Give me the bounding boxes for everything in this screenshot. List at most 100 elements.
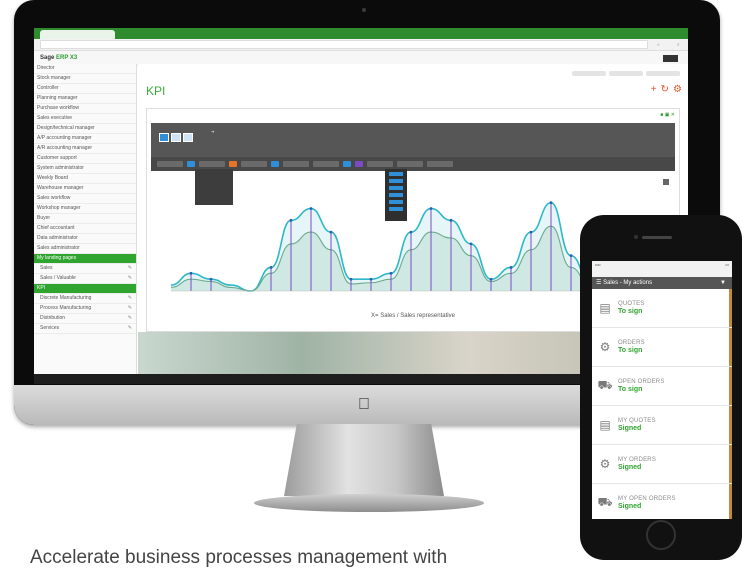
data-point[interactable] (429, 207, 433, 210)
sidebar-item[interactable]: Sales / Valuable ✎ (34, 274, 136, 284)
phone-action-text: MY OPEN ORDERS Signed (618, 496, 732, 510)
data-point[interactable] (189, 271, 193, 275)
data-point[interactable] (269, 266, 273, 269)
chart-type-switch (159, 133, 193, 142)
refresh-icon[interactable]: ↻ (661, 84, 669, 95)
phone-action-row[interactable]: ⚙ MY ORDERS Signed (592, 445, 732, 484)
data-point[interactable] (509, 266, 513, 269)
chart-type-option[interactable] (159, 133, 169, 142)
sidebar-item-label: Data administrator (37, 235, 78, 241)
sidebar-item[interactable]: Director (34, 64, 136, 74)
sidebar-item[interactable]: Sales administrator (34, 244, 136, 254)
sidebar-item[interactable]: A/P accounting manager (34, 134, 136, 144)
menu-icon[interactable]: ☰ (596, 280, 601, 286)
user-badge[interactable] (663, 54, 678, 62)
sidebar-item[interactable]: Design/technical manager (34, 124, 136, 134)
sidebar-item[interactable]: Controller (34, 84, 136, 94)
browser-tab[interactable] (40, 30, 115, 39)
data-point[interactable] (209, 277, 213, 281)
series-control[interactable] (241, 161, 267, 167)
sidebar-item[interactable]: Data administrator (34, 234, 136, 244)
series-control[interactable] (283, 161, 309, 167)
edit-icon[interactable]: ✎ (128, 314, 132, 323)
sidebar-item-label: Sales workflow (37, 195, 71, 201)
sidebar-item-label: Sales (40, 265, 53, 271)
color-swatch[interactable] (343, 161, 351, 167)
sidebar-item[interactable]: Warehouse manager (34, 184, 136, 194)
sidebar-item[interactable]: A/R accounting manager (34, 144, 136, 154)
series-control[interactable] (157, 161, 183, 167)
sidebar-item[interactable]: Sales executive (34, 114, 136, 124)
phone-header[interactable]: ☰ Sales - My actions ▼ (592, 277, 732, 289)
url-input[interactable] (40, 40, 648, 49)
sidebar-item[interactable]: KPI (34, 284, 136, 294)
sidebar-item[interactable]: Sales workflow (34, 194, 136, 204)
star-icon[interactable]: ☆ (657, 42, 661, 47)
sidebar-item[interactable]: Sales ✎ (34, 264, 136, 274)
chart-type-option[interactable] (183, 133, 193, 142)
chevron-down-icon[interactable]: ▼ (720, 277, 726, 289)
sidebar-item[interactable]: Purchase workflow (34, 104, 136, 114)
arrow-icon[interactable]: ➜ (211, 129, 214, 134)
edit-icon[interactable]: ✎ (128, 264, 132, 273)
series-control[interactable] (397, 161, 423, 167)
toolbar-pill[interactable] (646, 71, 680, 76)
expand-icon[interactable] (663, 179, 669, 185)
data-point[interactable] (449, 218, 453, 222)
toolbar-pill[interactable] (572, 71, 606, 76)
data-point[interactable] (489, 277, 493, 281)
data-point[interactable] (309, 207, 313, 210)
phone-action-row[interactable]: ⛟ OPEN ORDERS To sign (592, 367, 732, 406)
color-swatch[interactable] (187, 161, 195, 167)
data-point[interactable] (529, 230, 533, 234)
data-point[interactable] (349, 277, 353, 281)
chart-type-option[interactable] (171, 133, 181, 142)
data-point[interactable] (389, 271, 393, 275)
sidebar-item[interactable]: Workshop manager (34, 204, 136, 214)
sidebar-item[interactable]: My landing pages (34, 254, 136, 264)
phone-action-row[interactable]: ⚙ ORDERS To sign (592, 328, 732, 367)
menu-icon[interactable]: ≡ (677, 42, 679, 47)
data-point[interactable] (369, 277, 373, 281)
series-control[interactable] (427, 161, 453, 167)
sidebar-item[interactable]: Services ✎ (34, 324, 136, 334)
color-swatch[interactable] (229, 161, 237, 167)
edit-icon[interactable]: ✎ (128, 304, 132, 313)
sidebar-item[interactable]: Weekly Board (34, 174, 136, 184)
sidebar-item[interactable]: Chief accountant (34, 224, 136, 234)
edit-icon[interactable]: ✎ (128, 324, 132, 333)
sidebar-item[interactable]: Customer support (34, 154, 136, 164)
sidebar-item[interactable]: Planning manager (34, 94, 136, 104)
color-swatch[interactable] (271, 161, 279, 167)
sidebar-item[interactable]: Distribution ✎ (34, 314, 136, 324)
toolbar-pill[interactable] (609, 71, 643, 76)
add-icon[interactable]: + (651, 84, 657, 95)
chart-type-dropdown[interactable] (195, 169, 233, 205)
data-point[interactable] (569, 254, 573, 258)
data-point[interactable] (289, 218, 293, 222)
home-button[interactable] (646, 520, 676, 550)
data-point[interactable] (329, 230, 333, 234)
series-control[interactable] (199, 161, 225, 167)
data-point[interactable] (469, 242, 473, 246)
color-swatch[interactable] (355, 161, 363, 167)
sidebar-item[interactable]: Buyer (34, 214, 136, 224)
data-point[interactable] (409, 230, 413, 234)
sidebar-item[interactable]: Stock manager (34, 74, 136, 84)
settings-icon[interactable]: ⚙ (673, 84, 682, 95)
edit-icon[interactable]: ✎ (128, 294, 132, 303)
phone-action-row[interactable]: ▤ MY QUOTES Signed (592, 406, 732, 445)
data-point[interactable] (549, 201, 553, 205)
color-dropdown[interactable] (385, 169, 407, 221)
app-brand[interactable]: Sage ERP X3 (34, 55, 104, 61)
sidebar-item[interactable]: Process Manufacturing ✎ (34, 304, 136, 314)
series-control[interactable] (367, 161, 393, 167)
series-control[interactable] (313, 161, 339, 167)
sidebar-item[interactable]: System administrator (34, 164, 136, 174)
phone-action-row[interactable]: ▤ QUOTES To sign (592, 289, 732, 328)
sidebar-item-label: Workshop manager (37, 205, 81, 211)
card-controls-icon[interactable]: ■ ▣ ✕ (660, 112, 675, 118)
edit-icon[interactable]: ✎ (128, 274, 132, 283)
sidebar-item[interactable]: Discrete Manufacturing ✎ (34, 294, 136, 304)
phone-action-row[interactable]: ⛟ MY OPEN ORDERS Signed (592, 484, 732, 519)
